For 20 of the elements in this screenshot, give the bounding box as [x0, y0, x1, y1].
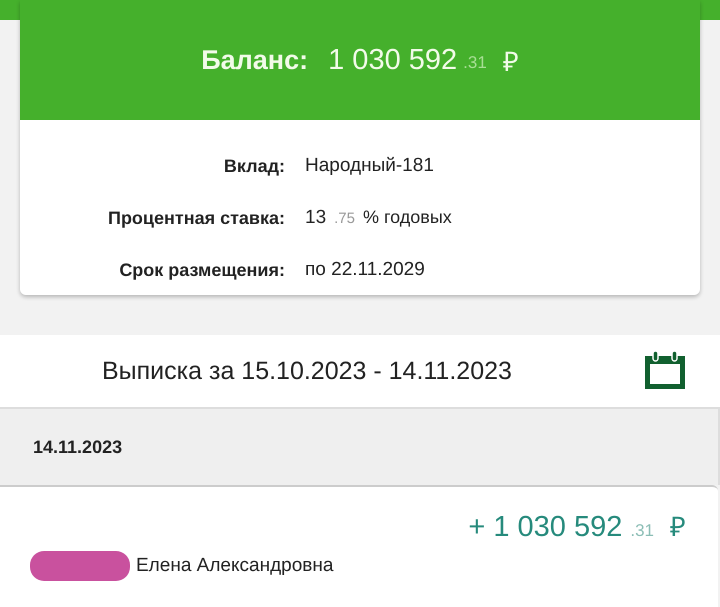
currency-sign: ₽ [502, 46, 519, 78]
detail-suffix: % годовых [363, 207, 452, 228]
detail-fraction: .75 [334, 210, 355, 227]
calendar-icon[interactable] [643, 350, 687, 390]
amount-fraction: .31 [630, 521, 654, 541]
detail-label: Срок размещения: [118, 260, 286, 280]
detail-label: Процентная ставка: [107, 208, 286, 228]
transaction-row[interactable]: + 1 030 592 .31 ₽ Елена Александровна [0, 485, 718, 607]
detail-label: Вклад: [222, 156, 286, 176]
payer-name: Елена Александровна [136, 555, 334, 577]
statement-title: Выписка за 15.10.2023 - 14.11.2023 [102, 356, 512, 386]
detail-value: Народный-181 [305, 155, 434, 177]
currency-sign: ₽ [670, 511, 686, 544]
detail-value: по 22.11.2029 [305, 259, 425, 281]
balance-amount: 1 030 592 [328, 44, 458, 76]
balance-label: Баланс: [201, 44, 308, 76]
date-text: 14.11.2023 [33, 436, 122, 458]
balance-fraction: .31 [463, 53, 487, 73]
detail-value: 13 [305, 207, 326, 229]
transaction-amount: + 1 030 592 [468, 511, 622, 544]
